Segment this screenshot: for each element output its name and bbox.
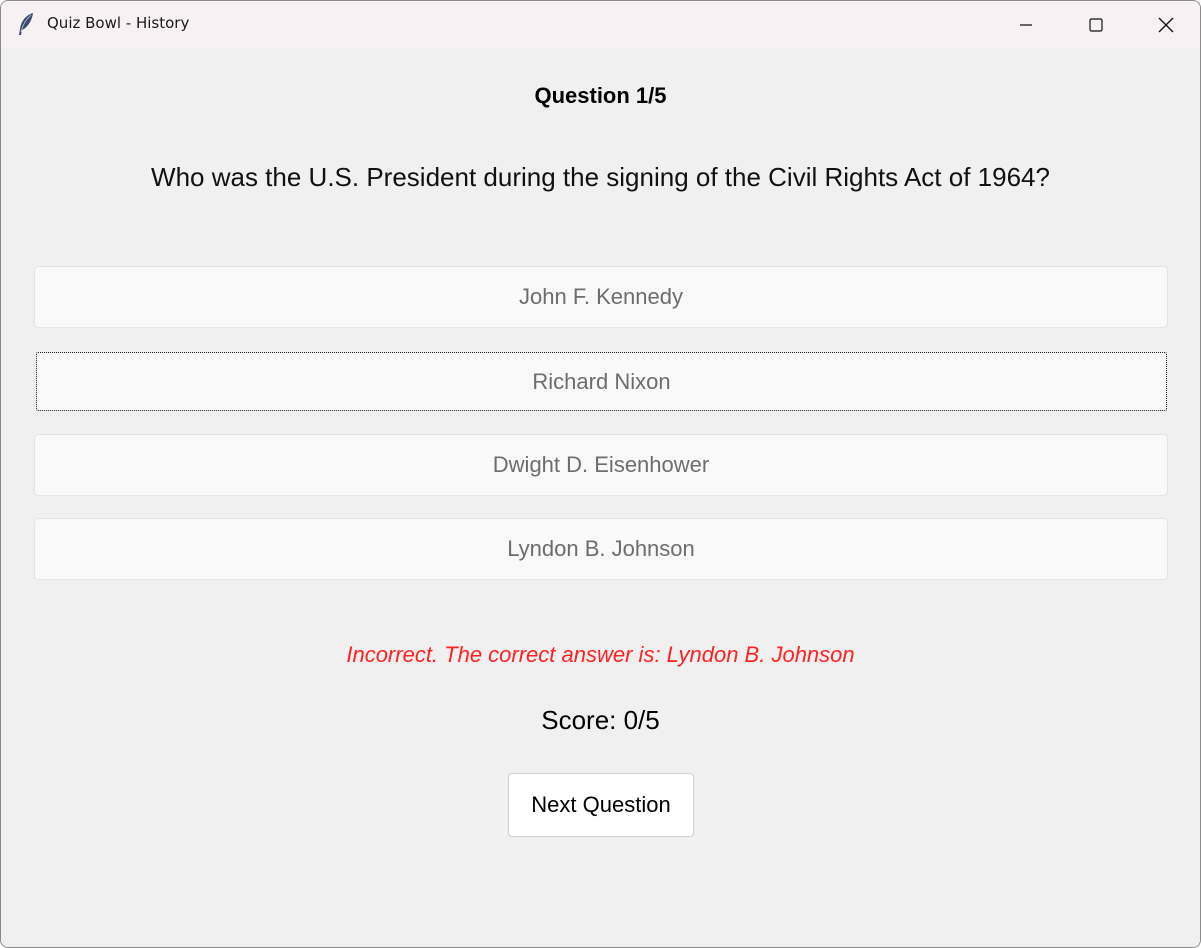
question-counter: Question 1/5 [534,83,667,108]
answer-option-3[interactable]: Dwight D. Eisenhower [34,434,1168,496]
window-title: Quiz Bowl - History [47,14,190,32]
app-window: Quiz Bowl - History Question 1/5 Who was… [0,0,1201,948]
answer-option-4[interactable]: Lyndon B. Johnson [34,518,1168,580]
minimize-icon [1019,18,1033,32]
title-bar[interactable]: Quiz Bowl - History [1,1,1200,48]
question-text: Who was the U.S. President during the si… [151,162,1050,192]
answer-option-2[interactable]: Richard Nixon [36,352,1167,411]
next-question-button[interactable]: Next Question [508,773,694,837]
maximize-button[interactable] [1061,1,1131,48]
close-icon [1158,17,1174,33]
score-label: Score: 0/5 [541,705,660,735]
feedback-message: Incorrect. The correct answer is: Lyndon… [346,642,855,667]
answer-option-1[interactable]: John F. Kennedy [34,266,1168,328]
feather-icon [16,12,36,36]
maximize-icon [1089,17,1103,32]
close-button[interactable] [1131,1,1200,48]
minimize-button[interactable] [991,1,1061,48]
quiz-panel: Question 1/5 Who was the U.S. President … [1,48,1200,947]
